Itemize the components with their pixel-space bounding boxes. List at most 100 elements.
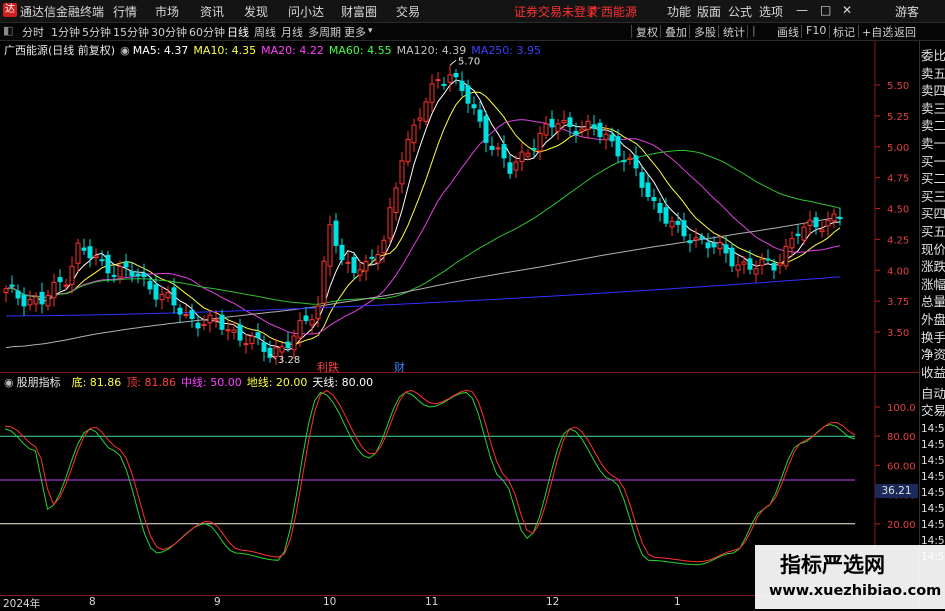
- indicator-tick-label: 60.00: [887, 461, 916, 472]
- tool-back[interactable]: 返回: [894, 24, 916, 40]
- candlestick-chart[interactable]: 5.50 5.25 5.00 4.75 4.50 4.25 4.00 3.75 3.50 5.7…: [0, 41, 919, 371]
- side-panel-item[interactable]: 委比: [921, 45, 945, 64]
- side-panel-item[interactable]: 买一: [921, 151, 945, 170]
- side-panel-item[interactable]: 外盘: [921, 309, 945, 328]
- candle-body: [801, 226, 807, 241]
- side-panel-item[interactable]: 总量: [921, 291, 945, 310]
- candle-body: [81, 247, 87, 251]
- menu-shichang[interactable]: 市场: [155, 3, 179, 20]
- period-daily[interactable]: 日线: [227, 24, 249, 40]
- login-warning[interactable]: 证券交易未登录: [514, 3, 598, 20]
- candle-body: [453, 72, 459, 78]
- close-icon[interactable]: ✕: [842, 3, 852, 17]
- stock-name-title: 广西能源: [589, 5, 638, 19]
- side-panel-item[interactable]: 涨跌: [921, 256, 945, 275]
- candle-body: [609, 134, 615, 142]
- period-multi[interactable]: 多周期: [308, 24, 341, 40]
- candle-body: [39, 291, 45, 305]
- period-60min[interactable]: 60分钟: [189, 24, 225, 40]
- candle-body: [21, 294, 27, 307]
- side-panel-item[interactable]: 收益: [921, 362, 945, 381]
- tool-duogu[interactable]: 多股: [694, 24, 716, 40]
- maximize-icon[interactable]: □: [820, 3, 831, 17]
- candle-body: [153, 284, 159, 300]
- side-panel-item[interactable]: 卖三: [921, 98, 945, 117]
- candle-body: [243, 343, 249, 346]
- side-panel-item[interactable]: 交易: [921, 400, 945, 419]
- candle-body: [699, 236, 705, 239]
- panel-toggle-icon[interactable]: ◧: [3, 24, 13, 37]
- side-panel-item[interactable]: 买二: [921, 168, 945, 187]
- toolbar-divider: [801, 25, 802, 38]
- candle-body: [639, 172, 645, 188]
- tool-fuquan[interactable]: 复权: [636, 24, 658, 40]
- low-price-marker: 3.28: [278, 355, 300, 366]
- candle-body: [657, 202, 663, 214]
- side-panel-item[interactable]: 现价: [921, 239, 945, 258]
- toolbar-divider: [747, 25, 748, 38]
- side-panel-item[interactable]: 涨幅: [921, 274, 945, 293]
- settings-dot-icon[interactable]: ◉: [120, 44, 130, 57]
- menu-faxian[interactable]: 发现: [244, 3, 268, 20]
- date-tick: 9: [214, 596, 221, 608]
- menu-jiaoyi[interactable]: 交易: [396, 3, 420, 20]
- period-monthly[interactable]: 月线: [281, 24, 303, 40]
- tool-f10[interactable]: F10: [806, 24, 826, 37]
- candle-body: [681, 220, 687, 237]
- side-panel-item[interactable]: 卖一: [921, 133, 945, 152]
- more-chevron-icon[interactable]: ▾: [368, 26, 373, 36]
- candle-body: [93, 255, 99, 258]
- side-panel-item[interactable]: 换手: [921, 327, 945, 346]
- menu-wenxiaoda[interactable]: 问小达: [288, 3, 324, 20]
- price-tick-label: 3.50: [887, 328, 909, 339]
- candle-body: [231, 329, 237, 333]
- side-panel-item[interactable]: 卖四: [921, 80, 945, 99]
- line-tool-icon[interactable]: |: [752, 24, 756, 37]
- candle-body: [735, 264, 741, 271]
- menu-gongshi[interactable]: 公式: [728, 3, 752, 20]
- tool-biaoji[interactable]: 标记: [833, 24, 855, 40]
- menu-gongneng[interactable]: 功能: [667, 3, 691, 20]
- ma-legend-item: MA20: 4.22: [261, 44, 324, 57]
- side-panel-item[interactable]: 净资: [921, 344, 945, 363]
- candle-body: [399, 160, 405, 185]
- menu-caifuquan[interactable]: 财富圈: [341, 3, 377, 20]
- tool-diejia[interactable]: 叠加: [665, 24, 687, 40]
- candle-body: [555, 123, 561, 132]
- tick-time: 14:56: [921, 487, 945, 499]
- candle-body: [765, 258, 771, 261]
- top-line: [4, 389, 856, 563]
- candle-body: [465, 85, 471, 104]
- side-panel-item[interactable]: 卖二: [921, 115, 945, 134]
- period-fenshi[interactable]: 分时: [22, 24, 44, 40]
- period-weekly[interactable]: 周线: [254, 24, 276, 40]
- candle-body: [483, 115, 489, 143]
- candle-body: [189, 310, 195, 319]
- indicator-settings-icon[interactable]: ◉: [4, 376, 14, 389]
- guest-user[interactable]: 游客: [895, 3, 919, 20]
- candle-body: [705, 242, 711, 249]
- period-1min[interactable]: 1分钟: [51, 24, 80, 40]
- period-15min[interactable]: 15分钟: [113, 24, 149, 40]
- date-tick: 8: [89, 596, 96, 608]
- menu-zixun[interactable]: 资讯: [200, 3, 224, 20]
- side-panel-item[interactable]: 卖五: [921, 63, 945, 82]
- menu-hangqing[interactable]: 行情: [113, 3, 137, 20]
- period-30min[interactable]: 30分钟: [151, 24, 187, 40]
- minimize-icon[interactable]: —: [796, 3, 808, 17]
- tool-add-watchlist[interactable]: +自选: [862, 24, 893, 40]
- candle-body: [717, 242, 723, 250]
- ma-legend-item: MA120: 4.39: [396, 44, 467, 57]
- side-panel-item[interactable]: 买四: [921, 203, 945, 222]
- menu-xuanxiang[interactable]: 选项: [759, 3, 783, 20]
- tool-tongji[interactable]: 统计: [723, 24, 745, 40]
- period-more[interactable]: 更多: [344, 24, 366, 40]
- date-tick: 11: [425, 596, 439, 608]
- tool-huaxian[interactable]: 画线: [777, 24, 799, 40]
- side-panel-item[interactable]: 买三: [921, 186, 945, 205]
- side-panel-item[interactable]: 买五: [921, 221, 945, 240]
- candle-body: [435, 79, 441, 82]
- candle-body: [423, 101, 429, 122]
- period-5min[interactable]: 5分钟: [82, 24, 111, 40]
- menu-banmian[interactable]: 版面: [697, 3, 721, 20]
